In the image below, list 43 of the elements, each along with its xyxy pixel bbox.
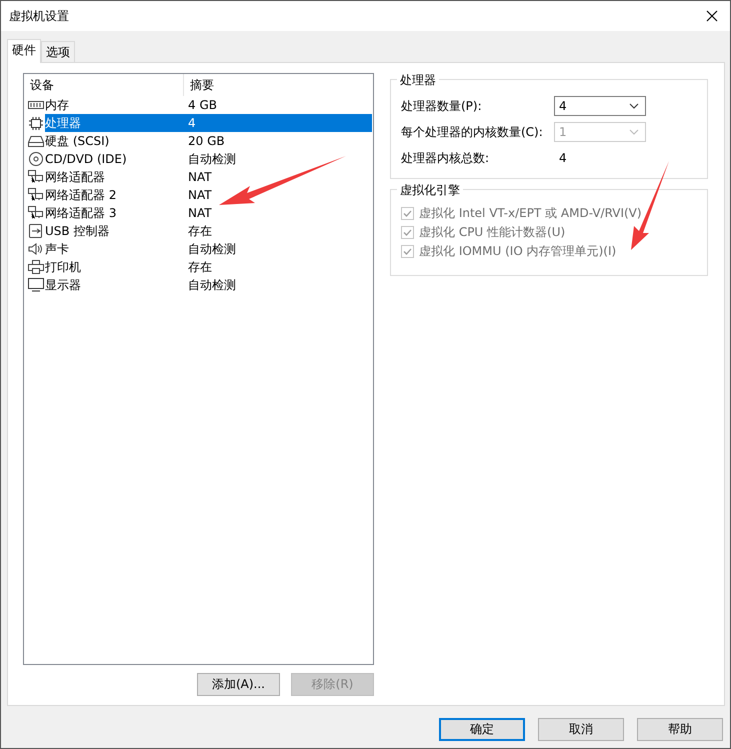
field-label: 处理器数量(P): xyxy=(401,98,483,114)
memory-icon xyxy=(28,98,44,112)
device-row[interactable]: 打印机 存在 xyxy=(45,258,372,276)
network-icon xyxy=(28,188,44,202)
column-header[interactable]: 设备 xyxy=(24,74,184,96)
network-icon xyxy=(28,170,44,184)
device-row[interactable]: 内存 4 GB xyxy=(45,96,372,114)
monitor-icon xyxy=(28,278,44,292)
checkbox-label: 虚拟化 CPU 性能计数器(U) xyxy=(419,224,566,240)
device-row[interactable]: 处理器 4 xyxy=(45,114,372,132)
device-row[interactable]: 网络适配器 2 NAT xyxy=(45,186,372,204)
speaker-icon xyxy=(28,242,44,256)
column-header[interactable]: 摘要 xyxy=(184,74,214,96)
device-row[interactable]: USB 控制器 存在 xyxy=(45,222,372,240)
drive-icon xyxy=(28,134,44,148)
network-icon xyxy=(28,206,44,220)
tab[interactable]: 选项 xyxy=(41,41,75,62)
dialog-button[interactable]: 确定 xyxy=(439,718,525,741)
field-label: 每个处理器的内核数量(C): xyxy=(401,124,544,140)
total-value: 4 xyxy=(558,151,567,165)
caret-icon xyxy=(629,129,639,135)
caret-icon xyxy=(629,103,639,109)
dialog-button[interactable]: 取消 xyxy=(538,718,624,741)
checkbox-label: 虚拟化 Intel VT-x/EPT 或 AMD-V/RVI(V) xyxy=(419,204,642,222)
dialog-button[interactable]: 帮助 xyxy=(637,718,723,741)
usb-icon xyxy=(28,224,44,238)
add-button[interactable]: 添加(A)... xyxy=(197,673,280,696)
close-icon[interactable] xyxy=(706,10,718,22)
device-row[interactable]: 网络适配器 3 NAT xyxy=(45,204,372,222)
device-row[interactable]: 声卡 自动检测 xyxy=(45,240,372,258)
tab[interactable]: 硬件 xyxy=(7,39,41,63)
chip-icon xyxy=(28,116,44,130)
device-row[interactable]: 显示器 自动检测 xyxy=(45,276,372,294)
device-row[interactable]: 硬盘 (SCSI) 20 GB xyxy=(45,132,372,150)
checkbox-label: 虚拟化 IOMMU (IO 内存管理单元)(I) xyxy=(419,242,616,260)
window-title: 虚拟机设置 xyxy=(9,8,69,24)
group-title: 虚拟化引擎 xyxy=(397,182,463,199)
field-label: 处理器内核总数: xyxy=(401,150,490,166)
device-row[interactable]: 网络适配器 NAT xyxy=(45,168,372,186)
printer-icon xyxy=(28,260,44,274)
dropdown[interactable]: 4 xyxy=(554,96,646,116)
device-row[interactable]: CD/DVD (IDE) 自动检测 xyxy=(45,150,372,168)
disc-icon xyxy=(28,152,44,166)
